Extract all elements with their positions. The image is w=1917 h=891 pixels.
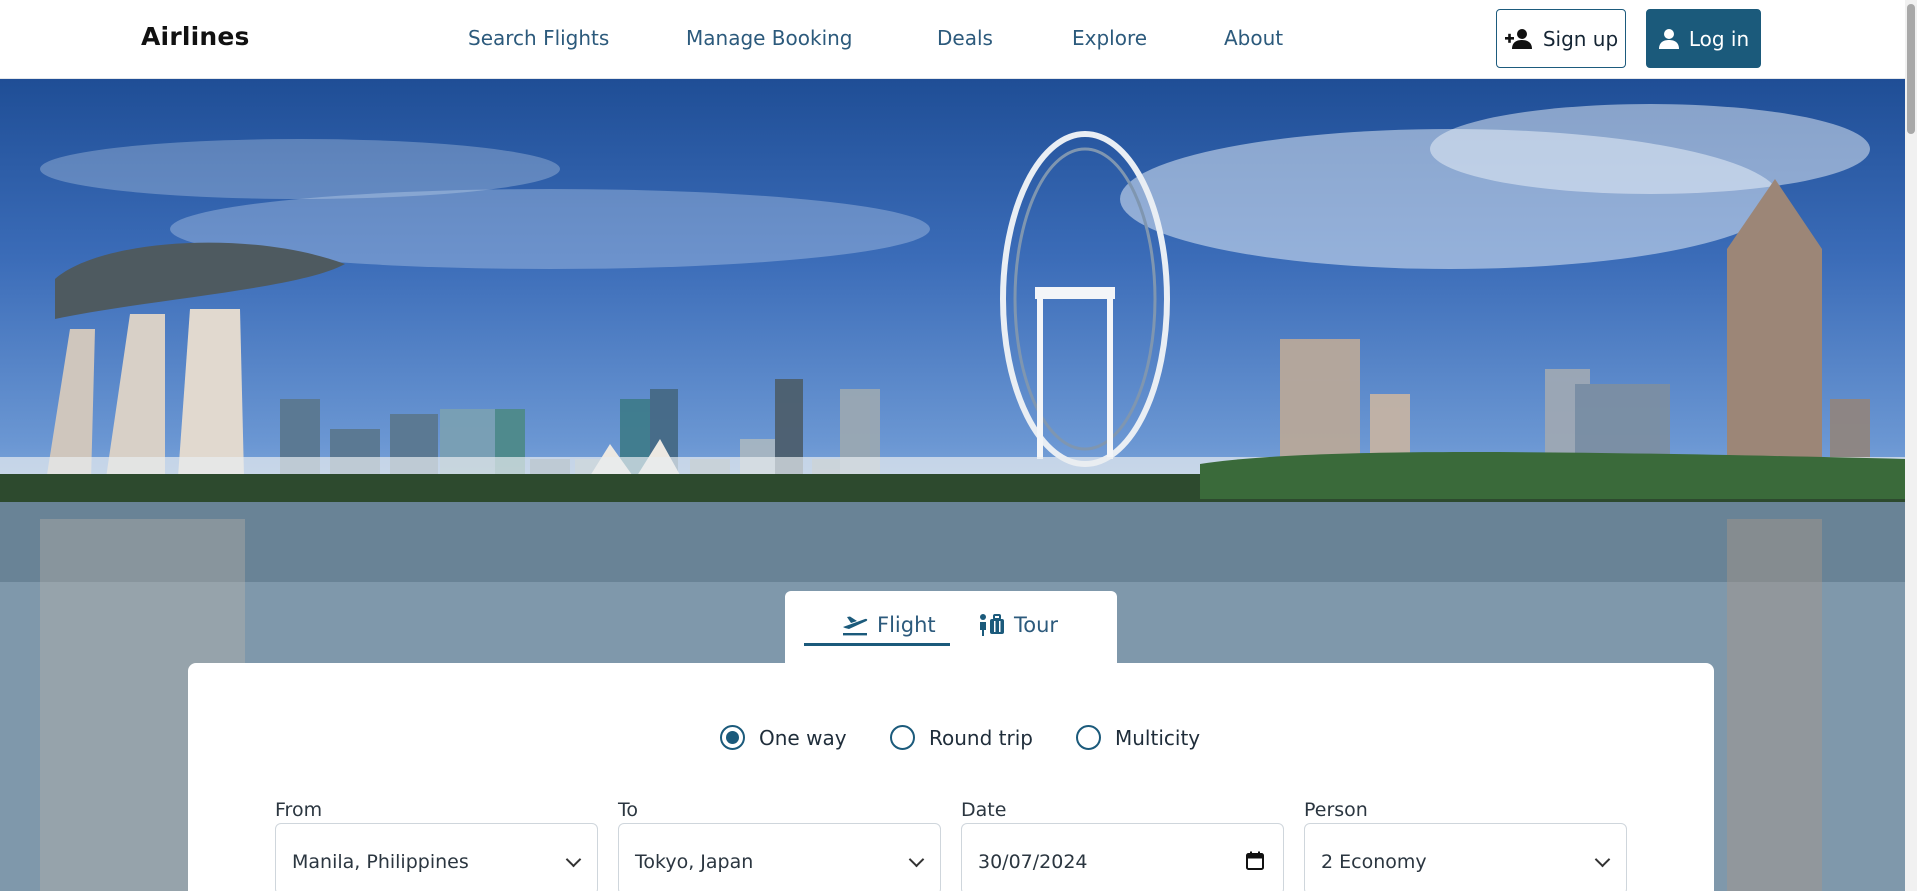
luggage-icon [980,614,1004,636]
nav-search-flights[interactable]: Search Flights [468,26,609,50]
to-select[interactable]: Tokyo, Japan [618,823,941,891]
brand-logo[interactable]: Airlines [141,22,250,51]
chevron-down-icon [1594,851,1611,868]
tab-flight-label: Flight [877,613,936,637]
date-label: Date [961,799,1007,821]
chevron-down-icon [565,851,582,868]
trip-type-label: Multicity [1115,725,1201,750]
user-icon [1658,28,1679,49]
search-type-tabs: Flight Tour [785,591,1117,663]
log-in-label: Log in [1688,26,1750,51]
radio-unselected-icon [890,725,915,750]
site-header: Airlines Search Flights Manage Booking D… [0,0,1905,79]
from-select[interactable]: Manila, Philippines [275,823,598,891]
radio-unselected-icon [1076,725,1101,750]
calendar-icon[interactable] [1245,851,1265,871]
sign-up-label: Sign up [1542,26,1619,51]
log-in-button[interactable]: Log in [1646,9,1761,68]
trip-type-one-way[interactable]: One way [720,725,847,750]
scrollbar-thumb[interactable] [1907,4,1915,134]
to-value: Tokyo, Japan [635,851,754,873]
sign-up-button[interactable]: Sign up [1496,9,1626,68]
date-value: 30/07/2024 [978,851,1088,873]
trip-type-round-trip[interactable]: Round trip [890,725,1033,750]
date-input[interactable]: 30/07/2024 [961,823,1284,891]
tab-tour-label: Tour [1014,613,1059,637]
person-label: Person [1304,799,1368,821]
trip-type-label: Round trip [929,725,1033,750]
tab-tour[interactable]: Tour [978,613,1058,637]
add-user-icon [1504,28,1532,49]
nav-explore[interactable]: Explore [1072,26,1147,50]
person-select[interactable]: 2 Economy [1304,823,1627,891]
to-label: To [618,799,639,821]
from-label: From [275,799,323,821]
radio-selected-icon [720,725,745,750]
tab-flight[interactable]: Flight [841,613,936,637]
nav-about[interactable]: About [1224,26,1283,50]
page-scrollbar[interactable] [1905,0,1917,891]
active-tab-indicator [804,643,950,646]
trip-type-label: One way [759,725,847,750]
person-value: 2 Economy [1321,851,1427,873]
airplane-departure-icon [843,616,868,636]
trip-type-multicity[interactable]: Multicity [1076,725,1200,750]
from-value: Manila, Philippines [292,851,469,873]
nav-manage-booking[interactable]: Manage Booking [686,26,853,50]
chevron-down-icon [908,851,925,868]
nav-deals[interactable]: Deals [937,26,993,50]
